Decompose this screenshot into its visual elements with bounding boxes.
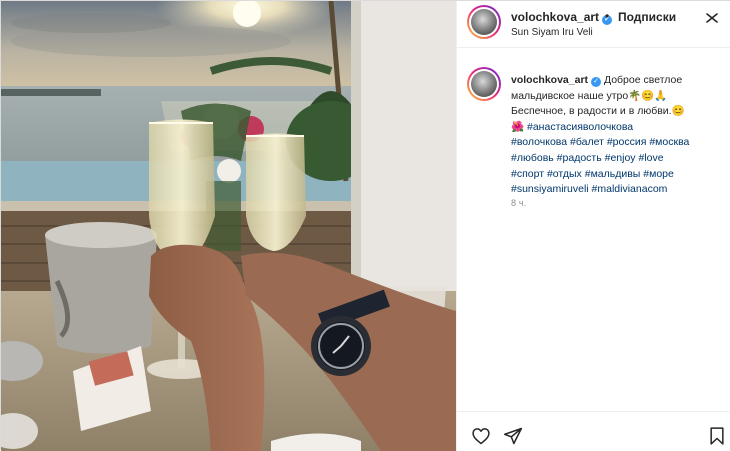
hashtag-link[interactable]: #love — [638, 152, 663, 164]
hashtag-link[interactable]: #sunsiyamiruveli — [511, 183, 589, 195]
hashtag-link[interactable]: #радость — [557, 152, 602, 164]
post-side-panel: volochkova_art ✓ • Подписки Sun Siyam Iru… — [456, 1, 730, 451]
hashtag-link[interactable]: #море — [643, 168, 674, 180]
hashtag-link[interactable]: #enjoy — [605, 152, 636, 164]
hashtag-link[interactable]: #maldivianacom — [592, 183, 668, 195]
separator-dot: • — [605, 9, 610, 23]
hashtag-link[interactable]: #отдых — [547, 168, 582, 180]
bookmark-icon[interactable] — [707, 426, 727, 446]
hashtag-link[interactable]: #москва — [649, 136, 689, 148]
hashtag-link[interactable]: #волочкова — [511, 136, 567, 148]
caption-username[interactable]: volochkova_art — [511, 74, 588, 86]
username-link[interactable]: volochkova_art ✓ — [511, 10, 613, 25]
post-actions — [457, 411, 730, 451]
hashtag-link[interactable]: #балет — [570, 136, 604, 148]
post-timestamp[interactable]: 8 ч. — [511, 198, 527, 208]
hashtag-link[interactable]: #мальдивы — [585, 168, 641, 180]
avatar[interactable] — [467, 5, 501, 39]
caption-line: Доброе светлое — [603, 74, 683, 86]
post-photo[interactable] — [1, 1, 456, 451]
hashtag-link[interactable]: #спорт — [511, 168, 544, 180]
maldives-champagne-photo — [1, 1, 456, 451]
verified-badge-icon: ✓ — [591, 77, 602, 87]
hashtag-link[interactable]: #любовь — [511, 152, 554, 164]
hashtag-link[interactable]: #анастасияволочкова — [527, 121, 633, 133]
flower-emoji: 🌺 — [511, 120, 525, 133]
more-options-icon[interactable] — [704, 11, 720, 25]
following-button[interactable]: Подписки — [618, 10, 676, 24]
instagram-post: volochkova_art ✓ • Подписки Sun Siyam Iru… — [0, 0, 730, 451]
hashtag-link[interactable]: #россия — [607, 136, 647, 148]
caption-text: volochkova_art ✓ Доброе светлое мальдивск… — [511, 73, 723, 198]
caption-avatar[interactable] — [467, 67, 501, 101]
post-header: volochkova_art ✓ • Подписки Sun Siyam Iru… — [457, 1, 730, 48]
send-icon[interactable] — [503, 426, 523, 446]
caption-line: мальдивское наше утро🌴😊🙏 — [511, 89, 668, 102]
heart-icon[interactable] — [471, 426, 491, 446]
caption-line: Беспечное, в радости и в любви.😊 — [511, 105, 685, 118]
location-link[interactable]: Sun Siyam Iru Veli — [511, 27, 593, 38]
